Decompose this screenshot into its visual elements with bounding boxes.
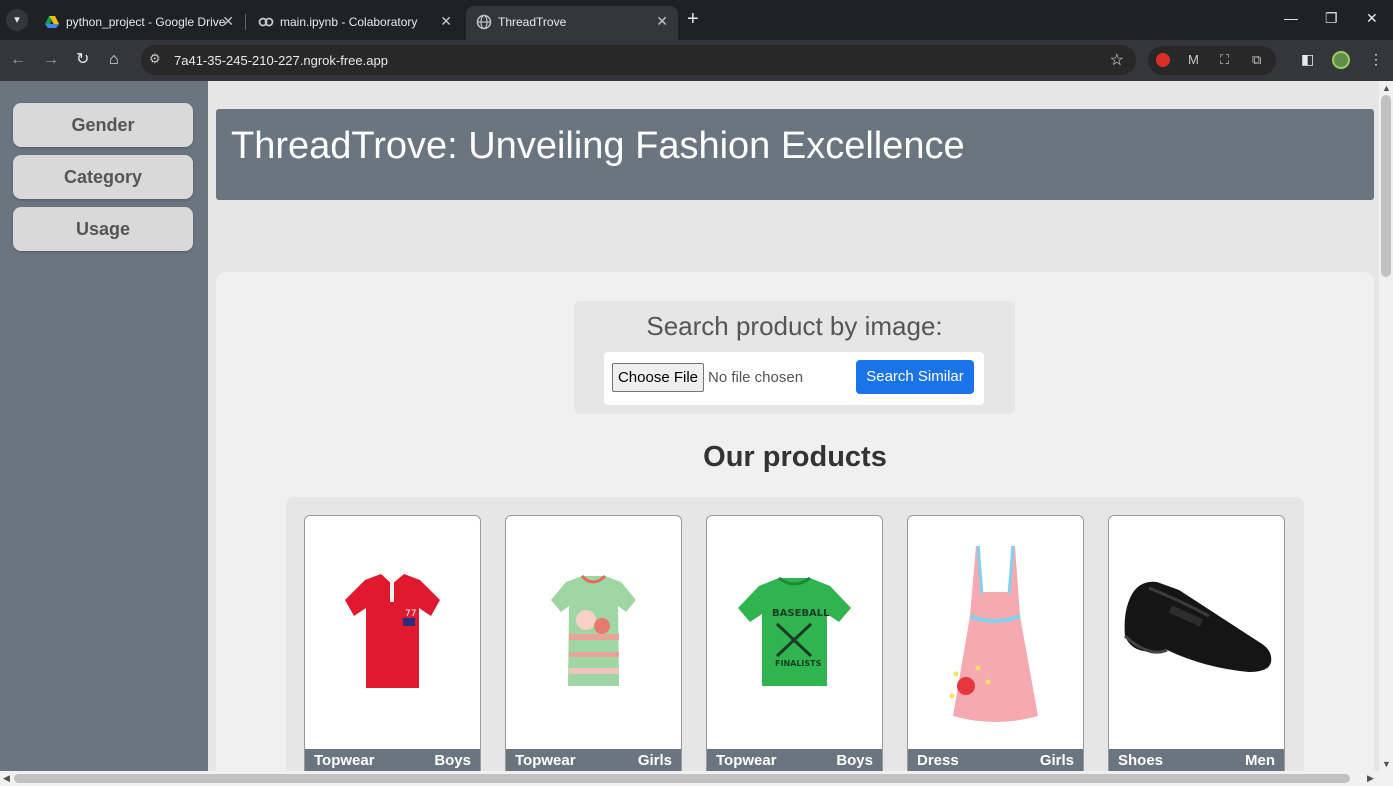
horizontal-scrollbar[interactable]: ◀ ▶ [0,771,1393,786]
home-icon[interactable]: ⌂ [109,50,119,70]
back-icon[interactable]: ← [10,50,26,70]
extension-icon[interactable]: M [1188,52,1199,67]
tab-title: main.ipynb - Colaboratory [280,15,418,29]
product-gender: Boys [836,752,873,769]
scrollbar-thumb[interactable] [14,774,1350,783]
extensions-group: M ⛶ ⧉ [1148,46,1276,75]
file-status-text: No file chosen [708,369,804,386]
puzzle-extensions-icon[interactable]: ⧉ [1252,52,1261,68]
colab-icon [258,17,274,27]
image-search-card: Search product by image: Choose File No … [574,301,1015,414]
scroll-down-arrow-icon[interactable]: ▼ [1382,759,1391,769]
site-info-icon[interactable]: ⚙ [149,51,161,67]
products-heading: Our products [703,441,887,473]
tab-search-button[interactable]: ▾ [6,9,28,31]
tab-colab[interactable]: main.ipynb - Colaboratory ✕ [248,6,462,40]
product-grid: 77 Topwear Boys Topwear Girls BASEBALL F… [286,497,1304,771]
adblock-extension-icon[interactable] [1156,53,1170,67]
restore-icon[interactable]: ❐ [1325,10,1338,27]
scrollbar-thumb[interactable] [1381,95,1391,277]
product-image [551,574,636,686]
close-window-icon[interactable]: ✕ [1366,10,1378,27]
svg-text:BASEBALL: BASEBALL [772,608,830,619]
forward-icon[interactable]: → [43,50,59,70]
tab-google-drive[interactable]: python_project - Google Drive ✕ [34,6,244,40]
google-drive-icon [45,16,59,28]
reload-icon[interactable]: ↻ [76,50,89,70]
tab-threadtrove[interactable]: ThreadTrove ✕ [466,6,678,40]
close-icon[interactable]: ✕ [656,13,668,30]
product-image [1123,581,1272,672]
scroll-up-arrow-icon[interactable]: ▲ [1382,83,1391,93]
product-card[interactable]: Shoes Men [1108,515,1285,771]
screenshot-extension-icon[interactable]: ⛶ [1220,52,1229,68]
choose-file-button[interactable]: Choose File [612,363,704,392]
product-card[interactable]: Dress Girls [907,515,1084,771]
sidebar-item-usage[interactable]: Usage [13,207,193,251]
page-header: ThreadTrove: Unveiling Fashion Excellenc… [216,109,1374,200]
main-panel: Search product by image: Choose File No … [216,272,1374,771]
sidebar-item-gender[interactable]: Gender [13,103,193,147]
search-heading: Search product by image: [646,311,943,341]
search-similar-button[interactable]: Search Similar [856,360,974,394]
scroll-right-arrow-icon[interactable]: ▶ [1367,773,1374,784]
tab-title: ThreadTrove [498,15,567,29]
vertical-scrollbar[interactable]: ▲ ▼ [1379,81,1393,771]
close-icon[interactable]: ✕ [440,13,452,30]
menu-kebab-icon[interactable]: ⋮ [1369,51,1383,68]
product-category: Dress [917,752,959,769]
page-viewport: Gender Category Usage ThreadTrove: Unvei… [0,81,1379,771]
product-category: Shoes [1118,752,1164,769]
sidebar-item-category[interactable]: Category [13,155,193,199]
globe-icon [476,14,492,30]
product-image: 77 [345,570,440,688]
page-title: ThreadTrove: Unveiling Fashion Excellenc… [231,125,965,167]
tab-title: python_project - Google Drive [66,15,226,29]
product-category: Topwear [515,752,576,769]
svg-text:FINALISTS: FINALISTS [775,659,822,668]
address-bar[interactable]: ⚙ 7a41-35-245-210-227.ngrok-free.app ☆ [141,45,1136,75]
minimize-icon[interactable]: — [1284,10,1298,26]
product-caption: Topwear Girls [506,749,681,771]
new-tab-icon[interactable]: + [687,9,699,29]
tab-strip: ▾ python_project - Google Drive ✕ main.i… [0,0,1393,40]
product-gender: Boys [434,752,471,769]
product-gender: Girls [1039,752,1074,769]
product-caption: Topwear Boys [707,749,882,771]
product-image: BASEBALL FINALISTS [738,576,851,686]
browser-toolbar: ← → ↻ ⌂ ⚙ 7a41-35-245-210-227.ngrok-free… [0,40,1393,81]
product-caption: Dress Girls [908,749,1083,771]
product-card[interactable]: Topwear Girls [505,515,682,771]
profile-avatar[interactable] [1332,51,1350,69]
image-search-form: Choose File No file chosen Search Simila… [604,352,984,405]
close-icon[interactable]: ✕ [222,13,234,30]
product-category: Topwear [314,752,375,769]
side-panel-icon[interactable]: ◧ [1301,51,1314,68]
product-gender: Men [1245,752,1275,769]
product-caption: Topwear Boys [305,749,480,771]
product-card[interactable]: BASEBALL FINALISTS Topwear Boys [706,515,883,771]
scroll-left-arrow-icon[interactable]: ◀ [3,773,10,784]
svg-text:77: 77 [405,609,416,619]
url-text[interactable]: 7a41-35-245-210-227.ngrok-free.app [174,53,388,68]
product-category: Topwear [716,752,777,769]
tab-separator [245,14,246,30]
sidebar: Gender Category Usage [0,81,208,771]
product-card[interactable]: 77 Topwear Boys [304,515,481,771]
product-gender: Girls [637,752,672,769]
product-caption: Shoes Men [1109,749,1284,771]
bookmark-star-icon[interactable]: ☆ [1110,50,1124,70]
product-image [949,545,1038,722]
